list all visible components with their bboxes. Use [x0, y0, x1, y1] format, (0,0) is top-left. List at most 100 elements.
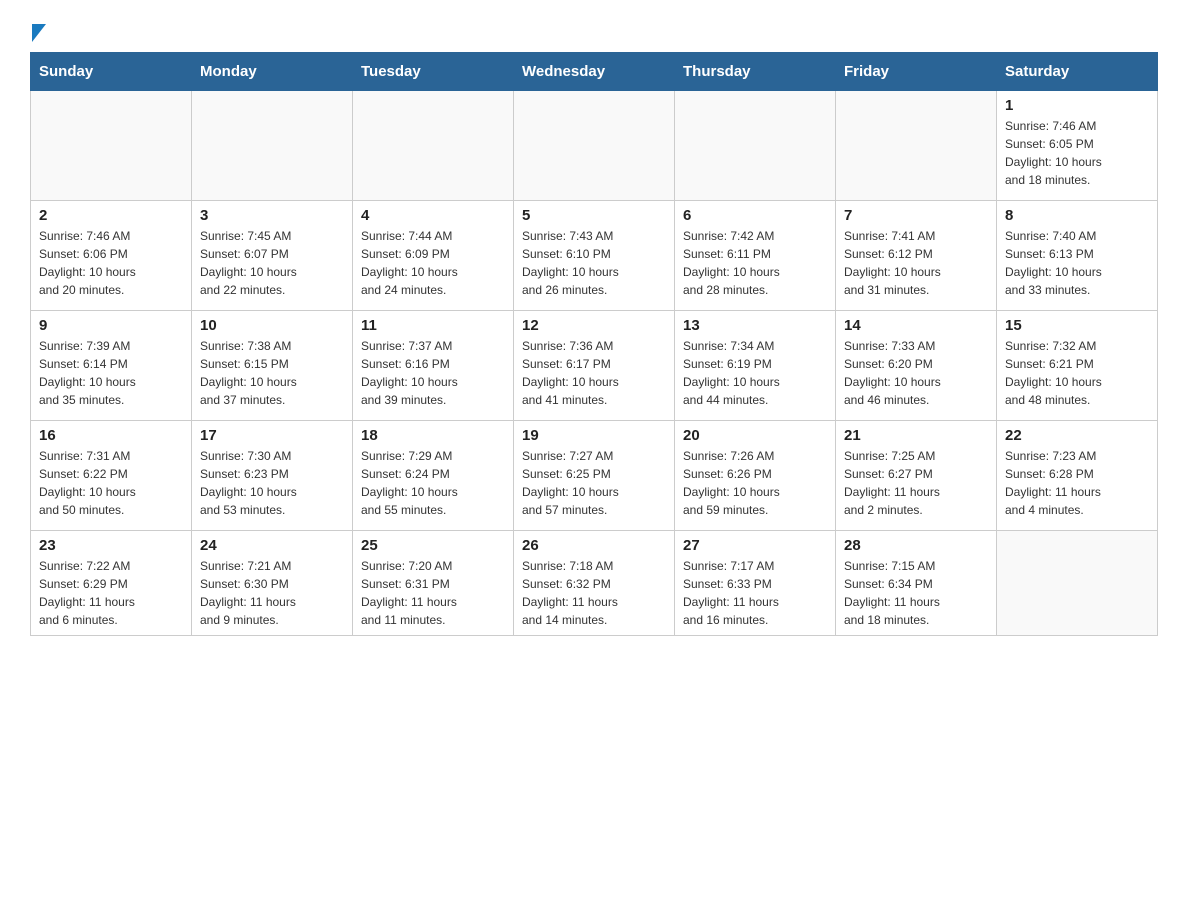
calendar-cell: 2 Sunrise: 7:46 AM Sunset: 6:06 PM Daylig…	[31, 201, 192, 311]
day-sun-info: Sunrise: 7:45 AM Sunset: 6:07 PM Dayligh…	[200, 227, 344, 299]
calendar-cell: 21 Sunrise: 7:25 AM Sunset: 6:27 PM Dayli…	[836, 421, 997, 531]
day-sun-info: Sunrise: 7:41 AM Sunset: 6:12 PM Dayligh…	[844, 227, 988, 299]
calendar-cell: 12 Sunrise: 7:36 AM Sunset: 6:17 PM Dayli…	[514, 311, 675, 421]
calendar-cell: 11 Sunrise: 7:37 AM Sunset: 6:16 PM Dayli…	[353, 311, 514, 421]
day-sun-info: Sunrise: 7:46 AM Sunset: 6:05 PM Dayligh…	[1005, 117, 1149, 189]
day-number: 3	[200, 207, 344, 224]
day-number: 1	[1005, 97, 1149, 114]
column-header-wednesday: Wednesday	[514, 53, 675, 91]
page-header	[30, 20, 1158, 42]
calendar-cell	[675, 91, 836, 201]
calendar-cell: 17Sunrise: 7:30 AM Sunset: 6:23 PM Dayli…	[192, 421, 353, 531]
calendar-cell: 19Sunrise: 7:27 AM Sunset: 6:25 PM Dayli…	[514, 421, 675, 531]
day-number: 18	[361, 427, 505, 444]
day-number: 5	[522, 207, 666, 224]
day-number: 28	[844, 537, 988, 554]
day-number: 20	[683, 427, 827, 444]
day-sun-info: Sunrise: 7:42 AM Sunset: 6:11 PM Dayligh…	[683, 227, 827, 299]
day-number: 9	[39, 317, 183, 334]
calendar-cell: 7 Sunrise: 7:41 AM Sunset: 6:12 PM Daylig…	[836, 201, 997, 311]
day-number: 11	[361, 317, 505, 334]
calendar-table: SundayMondayTuesdayWednesdayThursdayFrid…	[30, 52, 1158, 636]
day-number: 16	[39, 427, 183, 444]
day-number: 8	[1005, 207, 1149, 224]
day-sun-info: Sunrise: 7:33 AM Sunset: 6:20 PM Dayligh…	[844, 337, 988, 409]
calendar-cell: 15 Sunrise: 7:32 AM Sunset: 6:21 PM Dayli…	[997, 311, 1158, 421]
logo	[30, 20, 46, 42]
calendar-cell: 9 Sunrise: 7:39 AM Sunset: 6:14 PM Daylig…	[31, 311, 192, 421]
day-sun-info: Sunrise: 7:40 AM Sunset: 6:13 PM Dayligh…	[1005, 227, 1149, 299]
calendar-cell: 14Sunrise: 7:33 AM Sunset: 6:20 PM Dayli…	[836, 311, 997, 421]
calendar-cell: 8 Sunrise: 7:40 AM Sunset: 6:13 PM Daylig…	[997, 201, 1158, 311]
day-number: 15	[1005, 317, 1149, 334]
column-header-tuesday: Tuesday	[353, 53, 514, 91]
day-sun-info: Sunrise: 7:22 AM Sunset: 6:29 PM Dayligh…	[39, 557, 183, 629]
calendar-cell	[997, 531, 1158, 636]
column-header-saturday: Saturday	[997, 53, 1158, 91]
day-number: 13	[683, 317, 827, 334]
day-sun-info: Sunrise: 7:39 AM Sunset: 6:14 PM Dayligh…	[39, 337, 183, 409]
calendar-cell: 1 Sunrise: 7:46 AM Sunset: 6:05 PM Daylig…	[997, 91, 1158, 201]
day-number: 17	[200, 427, 344, 444]
calendar-header-row: SundayMondayTuesdayWednesdayThursdayFrid…	[31, 53, 1158, 91]
calendar-cell: 13 Sunrise: 7:34 AM Sunset: 6:19 PM Dayli…	[675, 311, 836, 421]
day-sun-info: Sunrise: 7:25 AM Sunset: 6:27 PM Dayligh…	[844, 447, 988, 519]
calendar-cell: 4 Sunrise: 7:44 AM Sunset: 6:09 PM Daylig…	[353, 201, 514, 311]
calendar-cell	[514, 91, 675, 201]
day-sun-info: Sunrise: 7:27 AM Sunset: 6:25 PM Dayligh…	[522, 447, 666, 519]
day-sun-info: Sunrise: 7:20 AM Sunset: 6:31 PM Dayligh…	[361, 557, 505, 629]
calendar-cell: 20 Sunrise: 7:26 AM Sunset: 6:26 PM Dayli…	[675, 421, 836, 531]
day-sun-info: Sunrise: 7:29 AM Sunset: 6:24 PM Dayligh…	[361, 447, 505, 519]
calendar-cell	[31, 91, 192, 201]
calendar-week-row: 1 Sunrise: 7:46 AM Sunset: 6:05 PM Daylig…	[31, 91, 1158, 201]
day-sun-info: Sunrise: 7:31 AM Sunset: 6:22 PM Dayligh…	[39, 447, 183, 519]
calendar-cell	[836, 91, 997, 201]
day-number: 27	[683, 537, 827, 554]
calendar-cell: 24Sunrise: 7:21 AM Sunset: 6:30 PM Dayli…	[192, 531, 353, 636]
day-number: 4	[361, 207, 505, 224]
day-sun-info: Sunrise: 7:34 AM Sunset: 6:19 PM Dayligh…	[683, 337, 827, 409]
day-sun-info: Sunrise: 7:43 AM Sunset: 6:10 PM Dayligh…	[522, 227, 666, 299]
calendar-cell: 26 Sunrise: 7:18 AM Sunset: 6:32 PM Dayli…	[514, 531, 675, 636]
column-header-friday: Friday	[836, 53, 997, 91]
day-sun-info: Sunrise: 7:32 AM Sunset: 6:21 PM Dayligh…	[1005, 337, 1149, 409]
day-sun-info: Sunrise: 7:26 AM Sunset: 6:26 PM Dayligh…	[683, 447, 827, 519]
day-number: 7	[844, 207, 988, 224]
day-sun-info: Sunrise: 7:37 AM Sunset: 6:16 PM Dayligh…	[361, 337, 505, 409]
column-header-thursday: Thursday	[675, 53, 836, 91]
calendar-week-row: 2 Sunrise: 7:46 AM Sunset: 6:06 PM Daylig…	[31, 201, 1158, 311]
calendar-cell	[353, 91, 514, 201]
day-number: 23	[39, 537, 183, 554]
calendar-cell: 18 Sunrise: 7:29 AM Sunset: 6:24 PM Dayli…	[353, 421, 514, 531]
day-sun-info: Sunrise: 7:17 AM Sunset: 6:33 PM Dayligh…	[683, 557, 827, 629]
day-sun-info: Sunrise: 7:18 AM Sunset: 6:32 PM Dayligh…	[522, 557, 666, 629]
day-number: 22	[1005, 427, 1149, 444]
calendar-cell: 10Sunrise: 7:38 AM Sunset: 6:15 PM Dayli…	[192, 311, 353, 421]
day-number: 12	[522, 317, 666, 334]
day-number: 6	[683, 207, 827, 224]
day-sun-info: Sunrise: 7:46 AM Sunset: 6:06 PM Dayligh…	[39, 227, 183, 299]
calendar-week-row: 23 Sunrise: 7:22 AM Sunset: 6:29 PM Dayli…	[31, 531, 1158, 636]
calendar-cell: 23 Sunrise: 7:22 AM Sunset: 6:29 PM Dayli…	[31, 531, 192, 636]
calendar-cell: 16 Sunrise: 7:31 AM Sunset: 6:22 PM Dayli…	[31, 421, 192, 531]
calendar-cell: 28 Sunrise: 7:15 AM Sunset: 6:34 PM Dayli…	[836, 531, 997, 636]
day-sun-info: Sunrise: 7:36 AM Sunset: 6:17 PM Dayligh…	[522, 337, 666, 409]
day-number: 2	[39, 207, 183, 224]
column-header-monday: Monday	[192, 53, 353, 91]
day-number: 24	[200, 537, 344, 554]
calendar-cell: 3 Sunrise: 7:45 AM Sunset: 6:07 PM Daylig…	[192, 201, 353, 311]
day-number: 25	[361, 537, 505, 554]
day-number: 10	[200, 317, 344, 334]
calendar-cell: 6 Sunrise: 7:42 AM Sunset: 6:11 PM Daylig…	[675, 201, 836, 311]
calendar-cell: 25 Sunrise: 7:20 AM Sunset: 6:31 PM Dayli…	[353, 531, 514, 636]
day-number: 21	[844, 427, 988, 444]
calendar-cell: 27 Sunrise: 7:17 AM Sunset: 6:33 PM Dayli…	[675, 531, 836, 636]
day-number: 26	[522, 537, 666, 554]
column-header-sunday: Sunday	[31, 53, 192, 91]
day-sun-info: Sunrise: 7:15 AM Sunset: 6:34 PM Dayligh…	[844, 557, 988, 629]
calendar-week-row: 16 Sunrise: 7:31 AM Sunset: 6:22 PM Dayli…	[31, 421, 1158, 531]
calendar-week-row: 9 Sunrise: 7:39 AM Sunset: 6:14 PM Daylig…	[31, 311, 1158, 421]
day-sun-info: Sunrise: 7:23 AM Sunset: 6:28 PM Dayligh…	[1005, 447, 1149, 519]
calendar-cell: 22 Sunrise: 7:23 AM Sunset: 6:28 PM Dayli…	[997, 421, 1158, 531]
day-sun-info: Sunrise: 7:44 AM Sunset: 6:09 PM Dayligh…	[361, 227, 505, 299]
